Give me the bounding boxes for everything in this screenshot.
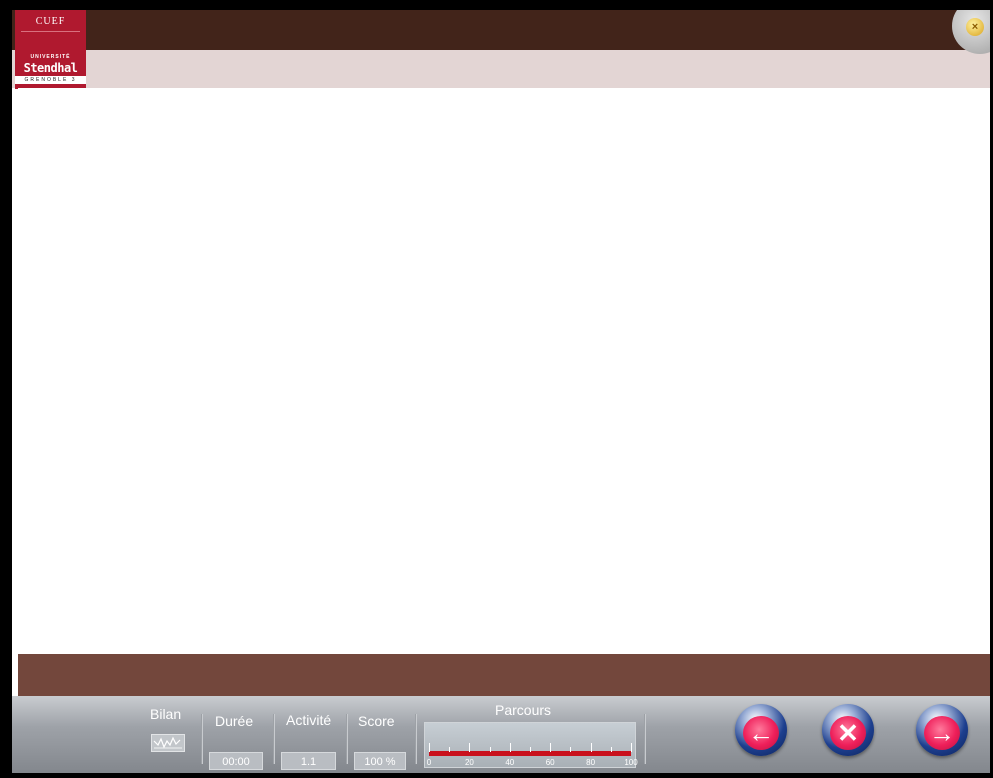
header-bar	[12, 10, 990, 50]
parcours-label: Parcours	[495, 702, 552, 718]
score-label: Score	[358, 713, 395, 729]
arrow-right-icon: →	[924, 716, 960, 750]
university-logo: CUEF UNIVERSITÉ Stendhal GRENOBLE 3	[15, 10, 86, 89]
gauge-major-tick	[631, 743, 632, 752]
gauge-scale-label: 100	[624, 758, 638, 767]
gauge-scale-label: 0	[426, 758, 432, 767]
duree-value: 00:00	[209, 752, 263, 770]
previous-button[interactable]: ←	[735, 704, 787, 756]
activite-label: Activité	[286, 712, 332, 728]
chart-line-icon	[153, 736, 182, 749]
next-button[interactable]: →	[916, 704, 968, 756]
gauge-scale-label: 60	[545, 758, 555, 767]
separator	[273, 714, 275, 764]
bilan-label: Bilan	[150, 706, 182, 722]
separator	[346, 714, 348, 764]
gauge-minor-tick	[570, 747, 572, 752]
arrow-left-icon: ←	[743, 716, 779, 750]
gauge-minor-tick	[530, 747, 531, 752]
gauge-minor-tick	[610, 747, 612, 752]
gauge-major-tick	[429, 743, 430, 752]
logo-stendhal-text: Stendhal	[23, 61, 78, 75]
gauge-major-tick	[590, 743, 592, 752]
separator	[415, 714, 417, 764]
close-icon: ×	[966, 18, 984, 36]
bottom-toolbar: Bilan Durée 00:00 Activité 1.1 Score 100…	[12, 696, 990, 773]
footer-band	[18, 654, 990, 696]
duree-label: Durée	[215, 713, 254, 729]
logo-cuef-text: CUEF	[35, 16, 66, 27]
cancel-button[interactable]: ✕	[822, 704, 874, 756]
gauge-scale-label: 80	[586, 758, 596, 767]
score-value: 100 %	[354, 752, 406, 770]
gauge-minor-tick	[449, 747, 451, 752]
gauge-major-tick	[509, 743, 511, 752]
activite-value: 1.1	[281, 752, 336, 770]
gauge-minor-tick	[489, 747, 491, 752]
app-window: CUEF UNIVERSITÉ Stendhal GRENOBLE 3 × Bi…	[12, 10, 990, 773]
gauge-scale-label: 20	[464, 758, 474, 767]
gauge-major-tick	[550, 743, 552, 752]
separator	[201, 714, 203, 764]
separator	[644, 714, 646, 764]
main-content-area	[18, 88, 990, 654]
logo-divider	[21, 31, 80, 32]
subheader-bar	[12, 50, 990, 88]
gauge-scale-label: 40	[505, 758, 515, 767]
parcours-progress-gauge: 0 20 40 60 80 100	[424, 722, 638, 768]
x-icon: ✕	[830, 716, 866, 750]
gauge-major-tick	[469, 743, 471, 752]
logo-grenoble-text: GRENOBLE 3	[15, 76, 86, 84]
bilan-button[interactable]	[151, 734, 185, 752]
logo-universite-text: UNIVERSITÉ	[30, 54, 71, 60]
